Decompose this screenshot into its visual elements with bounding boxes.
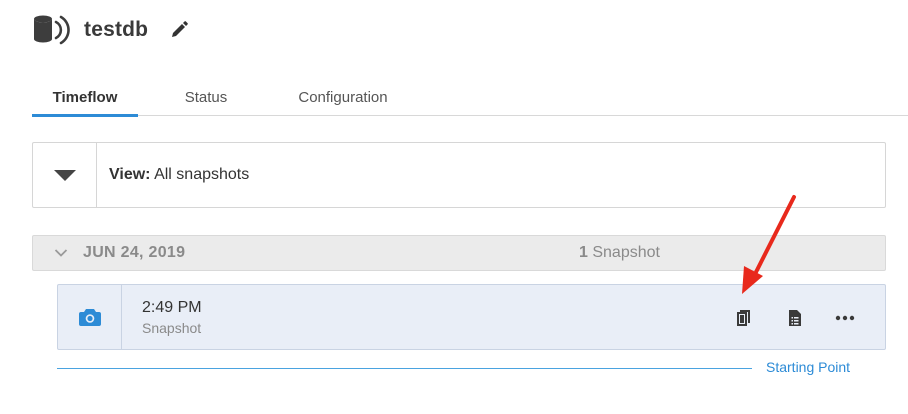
starting-point-line bbox=[57, 368, 752, 369]
view-filter-value: All snapshots bbox=[154, 166, 250, 183]
snapshot-count: 1 bbox=[579, 244, 588, 261]
date-group-header[interactable]: JUN 24, 2019 1 Snapshot bbox=[32, 235, 886, 271]
snapshot-icon-cell bbox=[58, 285, 122, 349]
view-filter-toggle[interactable] bbox=[33, 143, 97, 207]
chevron-down-icon bbox=[53, 245, 69, 261]
tab-status[interactable]: Status bbox=[138, 78, 274, 116]
view-filter: View: All snapshots bbox=[32, 142, 886, 208]
document-list-icon[interactable] bbox=[784, 307, 806, 329]
snapshot-row[interactable]: 2:49 PM Snapshot bbox=[57, 284, 886, 350]
tab-bar: Timeflow Status Configuration bbox=[32, 78, 908, 117]
snapshot-type: Snapshot bbox=[142, 319, 202, 336]
camera-icon bbox=[78, 309, 101, 326]
pencil-icon[interactable] bbox=[168, 19, 190, 41]
tab-timeflow[interactable]: Timeflow bbox=[32, 78, 138, 117]
database-icon bbox=[32, 10, 74, 50]
page-title: testdb bbox=[84, 18, 149, 41]
starting-point-link[interactable]: Starting Point bbox=[766, 359, 850, 375]
more-icon[interactable] bbox=[834, 307, 856, 329]
tab-configuration[interactable]: Configuration bbox=[274, 78, 412, 116]
copy-icon[interactable] bbox=[733, 307, 755, 329]
caret-down-icon bbox=[53, 169, 76, 181]
group-date: JUN 24, 2019 bbox=[83, 244, 186, 261]
view-filter-label: View: bbox=[109, 166, 151, 183]
snapshot-time: 2:49 PM bbox=[142, 298, 202, 316]
group-snapshot-count: 1 Snapshot bbox=[579, 244, 660, 262]
db-header: testdb bbox=[32, 10, 190, 50]
snapshot-info: 2:49 PM Snapshot bbox=[142, 298, 202, 337]
snapshot-count-label: Snapshot bbox=[592, 244, 660, 261]
view-filter-text: View: All snapshots bbox=[109, 166, 249, 184]
